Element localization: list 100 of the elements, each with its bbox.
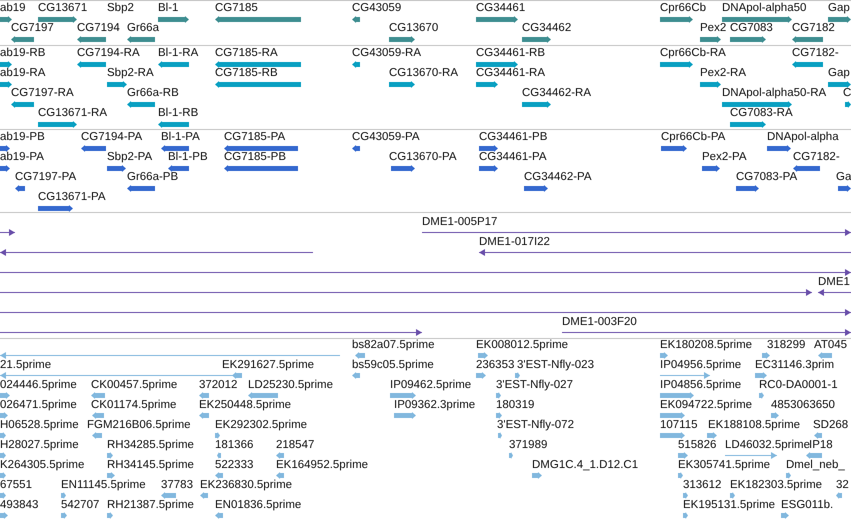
protein-label: Bl-1-PB bbox=[168, 151, 208, 164]
est-label: 372012 bbox=[199, 379, 238, 392]
est-label: RH21387.5prime bbox=[107, 499, 194, 512]
est-label: 024446.5prime bbox=[0, 379, 77, 392]
gene-label: CG13671 bbox=[38, 2, 88, 15]
transcript-label: Pex2-RA bbox=[700, 67, 746, 80]
transcript-label: CG43059-RA bbox=[352, 47, 422, 60]
transcript-label: CG34461-RA bbox=[476, 67, 546, 80]
est-label: H28027.5prime bbox=[0, 439, 79, 452]
transcript-label: CG13671-RA bbox=[38, 107, 108, 120]
est-label: IP18 bbox=[809, 439, 833, 452]
transcript-label: CG13670-RA bbox=[389, 67, 458, 80]
est-label: EK291627.5prime bbox=[222, 359, 314, 372]
est-label: 4853063650 bbox=[771, 399, 835, 412]
gene-label: Gap bbox=[828, 2, 850, 15]
est-label: EK292302.5prime bbox=[215, 419, 308, 432]
est-label: 318299 bbox=[767, 339, 806, 352]
est-label: EC31146.3prim bbox=[755, 359, 834, 372]
est-label: 493843 bbox=[0, 499, 38, 512]
est-label: 542707 bbox=[61, 499, 100, 512]
protein-label: Cpr66Cb-PA bbox=[661, 131, 726, 144]
est-label: 180319 bbox=[496, 399, 534, 412]
gene-label: CG34461 bbox=[476, 2, 526, 15]
est-label: 3'EST-Nfly-023 bbox=[517, 359, 594, 372]
transcript-label: ab19-RB bbox=[0, 47, 46, 60]
est-label: 181366 bbox=[215, 439, 254, 452]
transcript-label: CG7185-RB bbox=[215, 67, 278, 80]
clone-label: DME1-017I22 bbox=[479, 236, 550, 249]
est-label: 21.5prime bbox=[0, 359, 52, 372]
gene-label: CG7194 bbox=[77, 22, 120, 35]
est-label: EK305741.5prime bbox=[678, 459, 770, 472]
est-label: IP04856.5prime bbox=[660, 379, 742, 392]
est-label: EN01836.5prime bbox=[215, 499, 302, 512]
est-label: CK01174.5prime bbox=[91, 399, 176, 412]
clone-label: DME1 bbox=[818, 276, 850, 289]
protein-label: CG7185-PB bbox=[224, 151, 286, 164]
transcript-label: Bl-1-RB bbox=[158, 107, 198, 120]
transcript-label: Gr66a-RB bbox=[127, 87, 179, 100]
est-label: 3'EST-Nfly-027 bbox=[496, 379, 573, 392]
transcript-label: CG7197-RA bbox=[11, 87, 74, 100]
gene-label: CG34462 bbox=[522, 22, 572, 35]
gene-label: Cpr66Cb bbox=[660, 2, 706, 15]
transcript-label: C bbox=[843, 87, 851, 100]
gene-label: DNApol-alpha50 bbox=[722, 2, 806, 15]
transcript-label: Sbp2-RA bbox=[107, 67, 154, 80]
protein-label: CG7083-PA bbox=[736, 171, 798, 184]
protein-label: CG7194-PA bbox=[81, 131, 142, 144]
est-label: Dmel_neb_ bbox=[786, 459, 845, 472]
est-label: RH34145.5prime bbox=[107, 459, 194, 472]
est-label: EK008012.5prime bbox=[476, 339, 568, 352]
gene-label: Gr66a bbox=[127, 22, 159, 35]
est-label: CK00457.5prime bbox=[91, 379, 178, 392]
gene-label: CG7182 bbox=[792, 22, 835, 35]
est-label: RC0-DA0001-1 bbox=[759, 379, 838, 392]
est-label: bs59c05.5prime bbox=[352, 359, 434, 372]
est-label: 026471.5prime bbox=[0, 399, 77, 412]
est-label: RH34285.5prime bbox=[107, 439, 194, 452]
protein-label: CG34461-PA bbox=[479, 151, 547, 164]
est-label: 37783 bbox=[161, 479, 193, 492]
est-label: EK094722.5prime bbox=[660, 399, 752, 412]
protein-label: CG13671-PA bbox=[38, 191, 106, 204]
est-label: ESG011b. bbox=[781, 499, 834, 512]
gene-label: Bl-1 bbox=[158, 2, 178, 15]
protein-label: Bl-1-PA bbox=[161, 131, 200, 144]
transcript-label: Bl-1-RA bbox=[158, 47, 198, 60]
est-label: K264305.5prime bbox=[0, 459, 84, 472]
protein-label: CG7185-PA bbox=[224, 131, 286, 144]
protein-label: CG34461-PB bbox=[479, 131, 548, 144]
est-label: 218547 bbox=[276, 439, 314, 452]
transcript-label: Cpr66Cb-RA bbox=[660, 47, 726, 60]
est-label: EK195131.5prime bbox=[683, 499, 776, 512]
est-label: EK164952.5prime bbox=[276, 459, 368, 472]
protein-label: CG7197-PA bbox=[15, 171, 76, 184]
transcript-label: CG34461-RB bbox=[476, 47, 546, 60]
est-label: EK180208.5prime bbox=[660, 339, 752, 352]
gene-label: CG13670 bbox=[389, 22, 438, 35]
est-label: 371989 bbox=[509, 439, 548, 452]
est-label: 32 bbox=[836, 479, 849, 492]
gene-label: Sbp2 bbox=[107, 2, 134, 15]
est-label: 515826 bbox=[678, 439, 716, 452]
gene-label: Pex2 bbox=[700, 22, 726, 35]
est-label: EN11145.5prime bbox=[61, 479, 146, 492]
gene-label: CG7197 bbox=[11, 22, 54, 35]
protein-label: ab19-PA bbox=[0, 151, 44, 164]
est-label: H06528.5prime bbox=[0, 419, 79, 432]
protein-label: CG34462-PA bbox=[524, 171, 592, 184]
protein-label: Sbp2-PA bbox=[107, 151, 152, 164]
protein-label: CG43059-PA bbox=[352, 131, 420, 144]
est-label: LD46032.5prime bbox=[725, 439, 810, 452]
protein-label: CG7182- bbox=[793, 151, 840, 164]
transcript-label: CG7185-RA bbox=[215, 47, 278, 60]
transcript-label: DNApol-alpha50-RA bbox=[722, 87, 826, 100]
protein-label: Gr66a-PB bbox=[127, 171, 178, 184]
est-label: EK236830.5prime bbox=[200, 479, 292, 492]
gene-label: CG43059 bbox=[352, 2, 402, 15]
est-label: EK250448.5prime bbox=[199, 399, 292, 412]
est-label: 107115 bbox=[660, 419, 698, 432]
transcript-label: CG7083-RA bbox=[730, 107, 793, 120]
est-label: 3'EST-Nfly-072 bbox=[497, 419, 574, 432]
est-label: EK182303.5prime bbox=[730, 479, 822, 492]
